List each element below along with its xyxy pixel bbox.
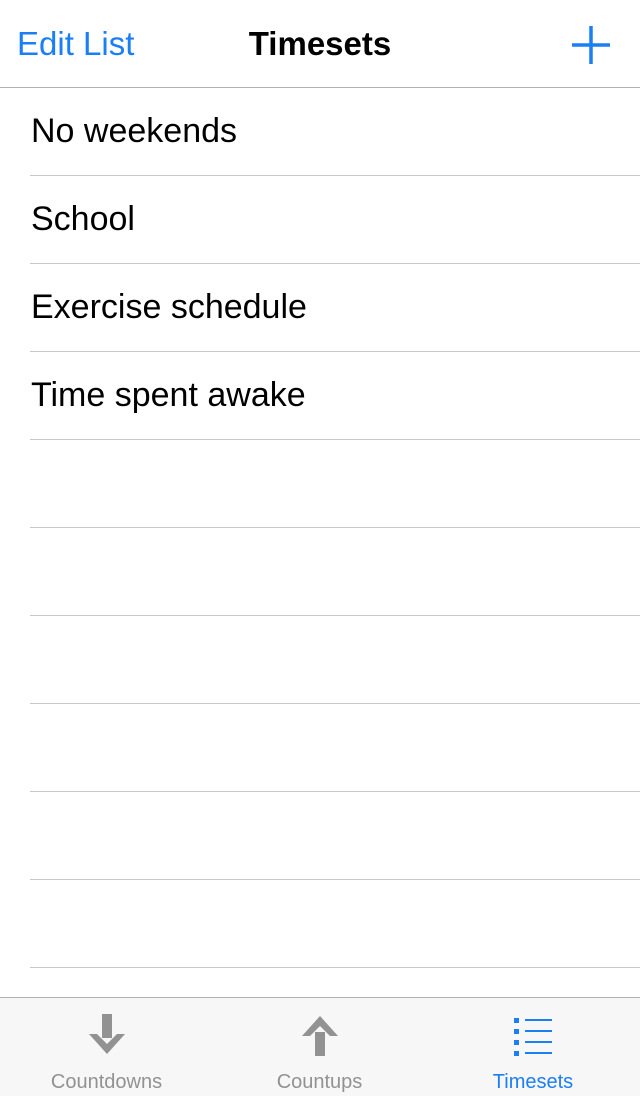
list-item-label: School [31, 200, 135, 238]
tab-countdowns[interactable]: Countdowns [0, 998, 213, 1096]
arrow-up-icon [298, 1012, 342, 1058]
tab-countups[interactable]: Countups [213, 998, 426, 1096]
arrow-down-icon [85, 1012, 129, 1058]
tab-label: Countups [276, 1071, 363, 1093]
plus-icon [572, 26, 610, 64]
timesets-list: No weekends School Exercise schedule Tim… [0, 88, 640, 997]
empty-row [0, 440, 640, 528]
timesets-screen: Edit List Timesets No weekends School Ex… [0, 0, 640, 1096]
empty-row [0, 792, 640, 880]
list-item-label: Time spent awake [31, 376, 306, 414]
list-icon [511, 1012, 555, 1058]
list-item-label: No weekends [31, 112, 238, 150]
list-item-label: Exercise schedule [31, 288, 307, 326]
empty-row [0, 880, 640, 968]
list-item[interactable]: Time spent awake [0, 352, 640, 440]
tab-timesets[interactable]: Timesets [426, 998, 640, 1096]
tab-label: Timesets [492, 1071, 574, 1093]
list-item[interactable]: No weekends [0, 88, 640, 176]
empty-row [0, 528, 640, 616]
list-item[interactable]: Exercise schedule [0, 264, 640, 352]
edit-list-button[interactable]: Edit List [17, 24, 134, 64]
add-timeset-button[interactable] [566, 20, 616, 70]
empty-row [0, 704, 640, 792]
navigation-bar: Edit List Timesets [0, 0, 640, 88]
tab-label: Countdowns [50, 1071, 163, 1093]
list-item[interactable]: School [0, 176, 640, 264]
tab-bar: Countdowns Countups Timesets [0, 997, 640, 1096]
empty-row [0, 616, 640, 704]
